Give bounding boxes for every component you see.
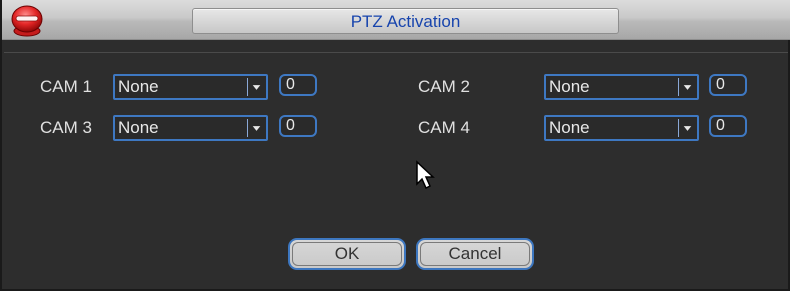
cam-3-select[interactable]: None	[113, 115, 268, 141]
cam-4-select-value: None	[549, 118, 590, 137]
close-icon[interactable]	[10, 4, 44, 38]
title-bar: PTZ Activation	[2, 0, 790, 40]
cam-3-number[interactable]: 0	[279, 115, 317, 137]
chevron-down-icon[interactable]	[678, 78, 696, 96]
cam-1-number[interactable]: 0	[279, 74, 317, 96]
cam-2-label: CAM 2	[418, 77, 470, 96]
cam-3-label: CAM 3	[40, 118, 92, 137]
cancel-button[interactable]: Cancel	[416, 238, 534, 270]
chevron-down-icon[interactable]	[678, 119, 696, 137]
chevron-down-icon[interactable]	[247, 119, 265, 137]
cam-4-number[interactable]: 0	[709, 115, 747, 137]
cam-2-select[interactable]: None	[544, 74, 699, 100]
cam-1-label: CAM 1	[40, 77, 92, 96]
cam-4-select[interactable]: None	[544, 115, 699, 141]
ptz-activation-dialog: PTZ Activation CAM 1 None 0 CAM 2 None 0…	[0, 0, 790, 291]
cam-2-number[interactable]: 0	[709, 74, 747, 96]
cam-1-select[interactable]: None	[113, 74, 268, 100]
chevron-down-icon[interactable]	[247, 78, 265, 96]
cam-4-label: CAM 4	[418, 118, 470, 137]
ok-button[interactable]: OK	[288, 238, 406, 270]
title-box: PTZ Activation	[192, 8, 619, 34]
content-divider	[4, 52, 788, 53]
mouse-cursor-icon	[416, 160, 435, 190]
dialog-title: PTZ Activation	[350, 12, 461, 31]
cam-1-select-value: None	[118, 77, 159, 96]
cam-2-select-value: None	[549, 77, 590, 96]
cam-3-select-value: None	[118, 118, 159, 137]
